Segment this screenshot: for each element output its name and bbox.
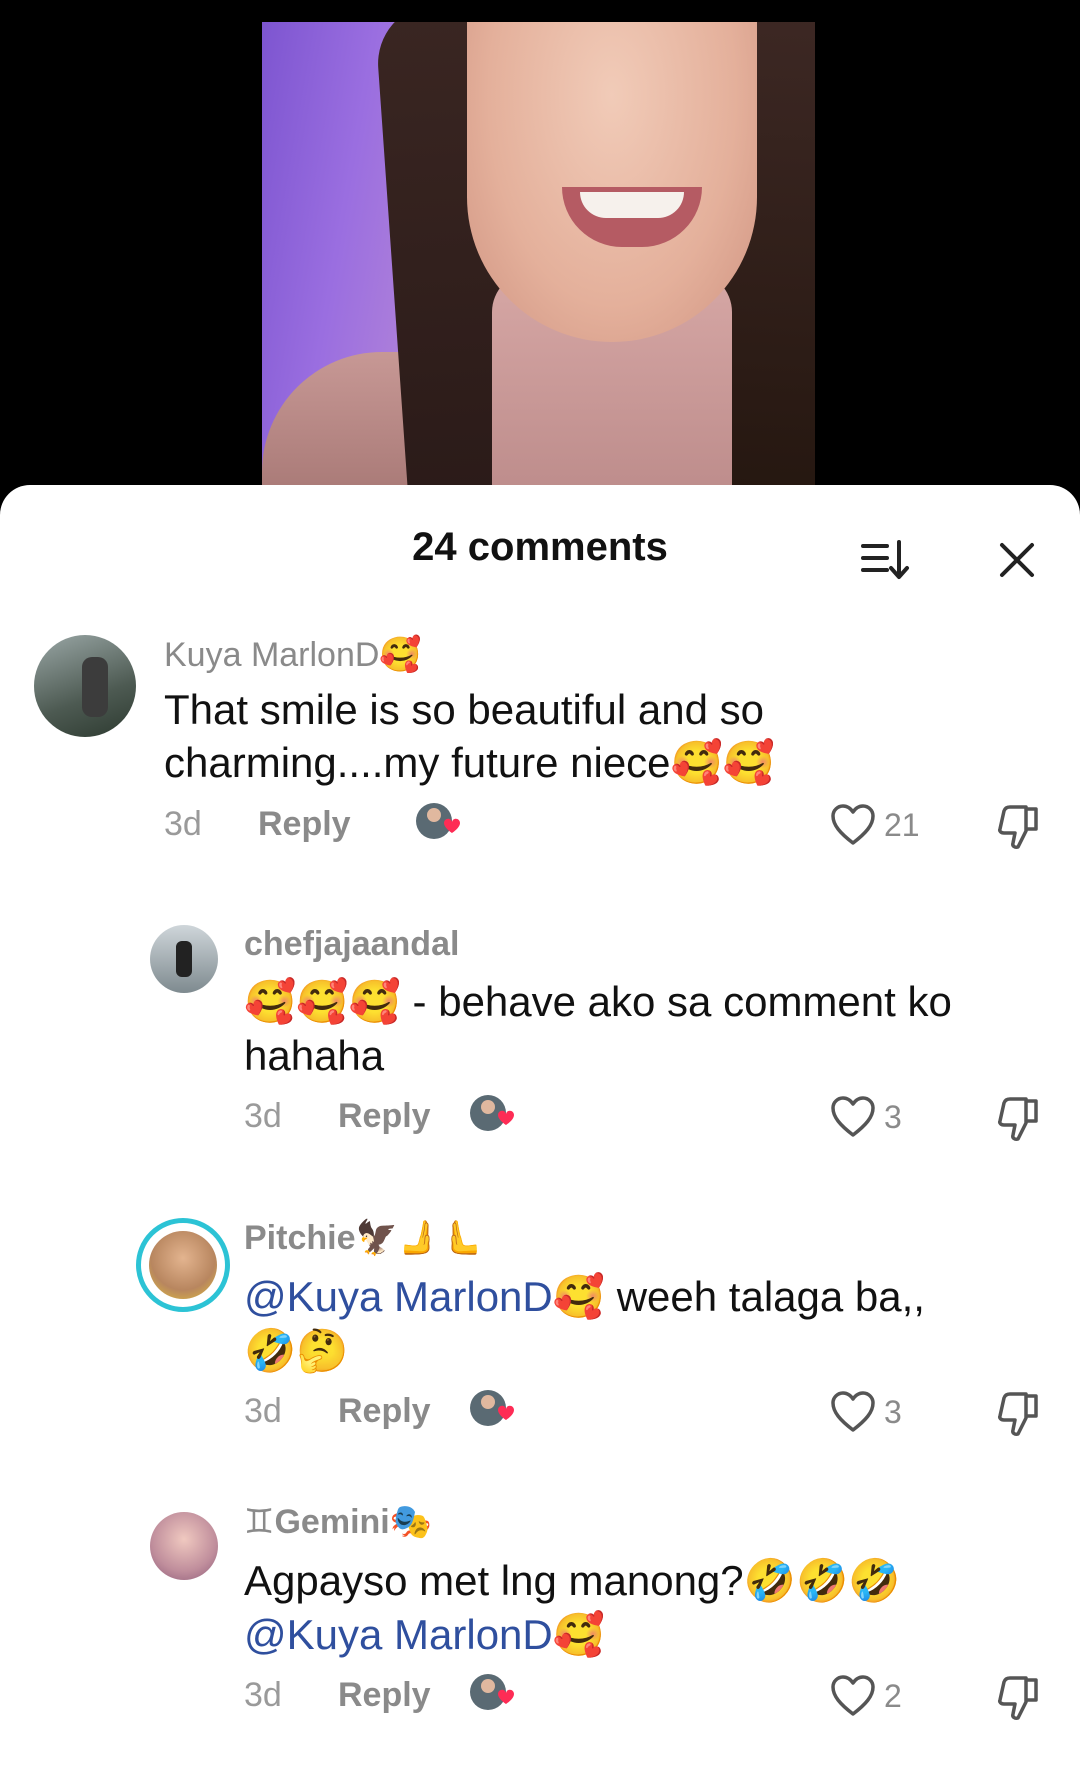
video-teeth-shape xyxy=(580,192,684,218)
like-button[interactable]: 3 xyxy=(830,1095,902,1139)
comment-username[interactable]: ♊Gemini🎭 xyxy=(244,1502,432,1542)
like-count: 2 xyxy=(884,1677,902,1714)
like-count: 21 xyxy=(884,806,920,843)
comment-text-line: That smile is so beautiful and so xyxy=(164,686,764,733)
heart-icon xyxy=(831,1675,875,1716)
close-icon xyxy=(1000,543,1034,577)
creator-liked-icon xyxy=(470,1095,514,1131)
dislike-button[interactable] xyxy=(994,1390,1044,1440)
like-count: 3 xyxy=(884,1393,902,1430)
comment-text-line: Agpayso met lng manong?🤣🤣🤣 xyxy=(244,1557,901,1604)
reply-button[interactable]: Reply xyxy=(258,805,351,844)
like-button[interactable]: 21 xyxy=(830,803,920,847)
sort-icon xyxy=(861,540,909,579)
video-shoulder-shape xyxy=(262,352,422,500)
comment-text-line: charming....my future niece🥰🥰 xyxy=(164,739,776,786)
creator-liked-icon xyxy=(470,1674,514,1710)
thumbs-down-icon xyxy=(998,1392,1038,1436)
comment-text: weeh talaga ba,, xyxy=(605,1273,925,1320)
thumbs-down-icon xyxy=(998,1676,1038,1720)
avatar[interactable] xyxy=(136,1218,230,1312)
dislike-button[interactable] xyxy=(994,803,1044,853)
reply-comment-item: ♊Gemini🎭 Agpayso met lng manong?🤣🤣🤣 @Kuy… xyxy=(0,1502,1080,1768)
comment-username[interactable]: chefjajaandal xyxy=(244,925,459,964)
avatar-photo-shape xyxy=(149,1231,217,1299)
reply-button[interactable]: Reply xyxy=(338,1392,431,1431)
comment-item: Kuya MarlonD🥰 That smile is so beautiful… xyxy=(0,635,1080,905)
mention-link[interactable]: @Kuya MarlonD🥰 xyxy=(244,1608,605,1661)
comment-age: 3d xyxy=(244,1097,282,1135)
like-button[interactable]: 2 xyxy=(830,1674,902,1718)
comment-text-line: @Kuya MarlonD🥰 weeh talaga ba,, xyxy=(244,1270,925,1323)
mention-link[interactable]: @Kuya MarlonD🥰 xyxy=(244,1273,605,1320)
reply-comment-item: Pitchie🦅🫸🫷 @Kuya MarlonD🥰 weeh talaga ba… xyxy=(0,1218,1080,1488)
avatar[interactable] xyxy=(150,925,218,993)
heart-icon xyxy=(831,1096,875,1137)
comment-username[interactable]: Pitchie🦅🫸🫷 xyxy=(244,1218,482,1258)
reply-comment-item: chefjajaandal 🥰🥰🥰 - behave ako sa commen… xyxy=(0,925,1080,1195)
avatar-figure-shape xyxy=(82,657,108,717)
reply-button[interactable]: Reply xyxy=(338,1676,431,1715)
comments-count-title: 24 comments xyxy=(412,525,668,569)
thumbs-down-icon xyxy=(998,1097,1038,1141)
video-frame xyxy=(262,22,815,500)
creator-liked-icon xyxy=(416,803,460,839)
heart-icon xyxy=(831,804,875,845)
thumbs-down-icon xyxy=(998,805,1038,849)
avatar[interactable] xyxy=(150,1512,218,1580)
video-face-shape xyxy=(467,22,757,342)
dislike-button[interactable] xyxy=(994,1095,1044,1145)
avatar[interactable] xyxy=(34,635,136,737)
comment-text-line: 🥰🥰🥰 - behave ako sa comment ko xyxy=(244,978,952,1025)
comment-text-line: hahaha xyxy=(244,1032,385,1079)
creator-liked-icon xyxy=(470,1390,514,1426)
comments-header: 24 comments xyxy=(0,485,1080,605)
comment-age: 3d xyxy=(244,1676,282,1714)
comment-age: 3d xyxy=(244,1392,282,1430)
like-button[interactable]: 3 xyxy=(830,1390,902,1434)
comment-text-line: 🤣🤔 xyxy=(244,1327,349,1374)
heart-icon xyxy=(831,1391,875,1432)
comment-age: 3d xyxy=(164,805,202,843)
comments-sheet: 24 comments Kuya MarlonD🥰 That smile is … xyxy=(0,485,1080,1768)
video-player[interactable] xyxy=(0,0,1080,500)
like-count: 3 xyxy=(884,1098,902,1135)
close-button[interactable] xyxy=(990,533,1044,587)
reply-button[interactable]: Reply xyxy=(338,1097,431,1136)
avatar-spider-shape xyxy=(176,941,192,977)
comment-username[interactable]: Kuya MarlonD🥰 xyxy=(164,635,422,675)
dislike-button[interactable] xyxy=(994,1674,1044,1724)
sort-button[interactable] xyxy=(858,533,912,587)
